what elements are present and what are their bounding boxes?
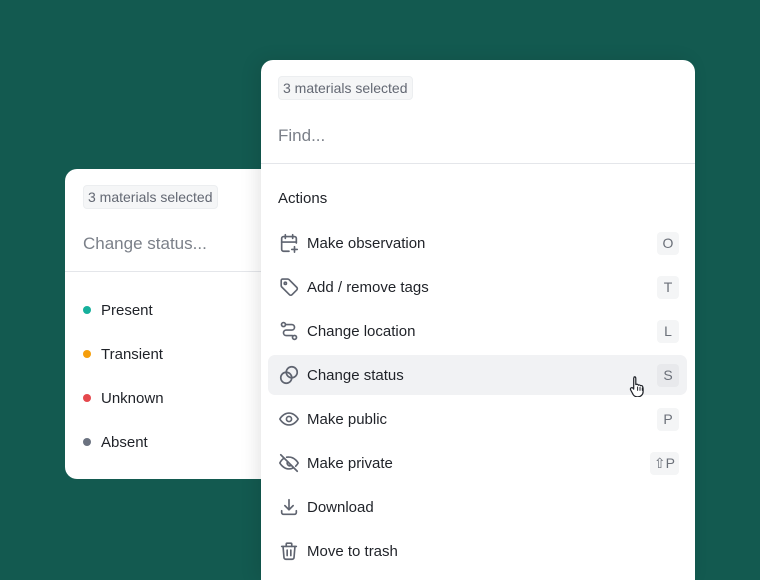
divider — [261, 163, 695, 164]
trash-icon — [278, 540, 300, 562]
shortcut-badge: O — [657, 231, 679, 255]
action-change-location[interactable]: Change location L — [268, 311, 687, 351]
action-move-to-trash[interactable]: Move to trash — [268, 531, 687, 571]
action-change-status[interactable]: Change status S — [268, 355, 687, 395]
shortcut-badge: P — [657, 407, 679, 431]
action-make-observation[interactable]: Make observation O — [268, 223, 687, 263]
download-icon — [278, 496, 300, 518]
status-dot-icon — [83, 438, 91, 446]
action-download[interactable]: Download — [268, 487, 687, 527]
status-option-present[interactable]: Present — [83, 298, 153, 322]
status-dot-icon — [83, 394, 91, 402]
status-dot-icon — [83, 306, 91, 314]
eye-icon — [278, 408, 300, 430]
status-dot-icon — [83, 350, 91, 358]
action-label: Make private — [307, 454, 393, 472]
find-input[interactable] — [278, 124, 668, 148]
calendar-plus-icon — [278, 232, 300, 254]
action-label: Download — [307, 498, 374, 516]
actions-menu-panel: 3 materials selected Actions Make observ… — [261, 60, 695, 580]
status-option-label: Transient — [101, 345, 163, 363]
status-option-label: Absent — [101, 433, 148, 451]
section-title-actions: Actions — [278, 190, 328, 207]
status-circles-icon — [278, 364, 300, 386]
status-option-transient[interactable]: Transient — [83, 342, 163, 366]
status-option-absent[interactable]: Absent — [83, 430, 148, 454]
action-add-remove-tags[interactable]: Add / remove tags T — [268, 267, 687, 307]
action-label: Make observation — [307, 234, 426, 252]
selection-chip: 3 materials selected — [83, 185, 218, 209]
action-label: Change location — [307, 322, 416, 340]
route-icon — [278, 320, 300, 342]
status-option-label: Present — [101, 301, 153, 319]
selection-chip: 3 materials selected — [278, 76, 413, 100]
action-label: Add / remove tags — [307, 278, 429, 296]
eye-off-icon — [278, 452, 300, 474]
status-option-unknown[interactable]: Unknown — [83, 386, 164, 410]
status-option-label: Unknown — [101, 389, 164, 407]
hand-pointer-cursor-icon — [629, 376, 644, 397]
action-make-public[interactable]: Make public P — [268, 399, 687, 439]
shortcut-badge: T — [657, 275, 679, 299]
action-label: Change status — [307, 366, 404, 384]
shortcut-badge: L — [657, 319, 679, 343]
action-make-private[interactable]: Make private ⇧P — [268, 443, 687, 483]
tag-icon — [278, 276, 300, 298]
shortcut-badge: ⇧P — [649, 451, 679, 475]
action-label: Make public — [307, 410, 388, 428]
shortcut-badge: S — [657, 363, 679, 387]
action-label: Move to trash — [307, 542, 398, 560]
